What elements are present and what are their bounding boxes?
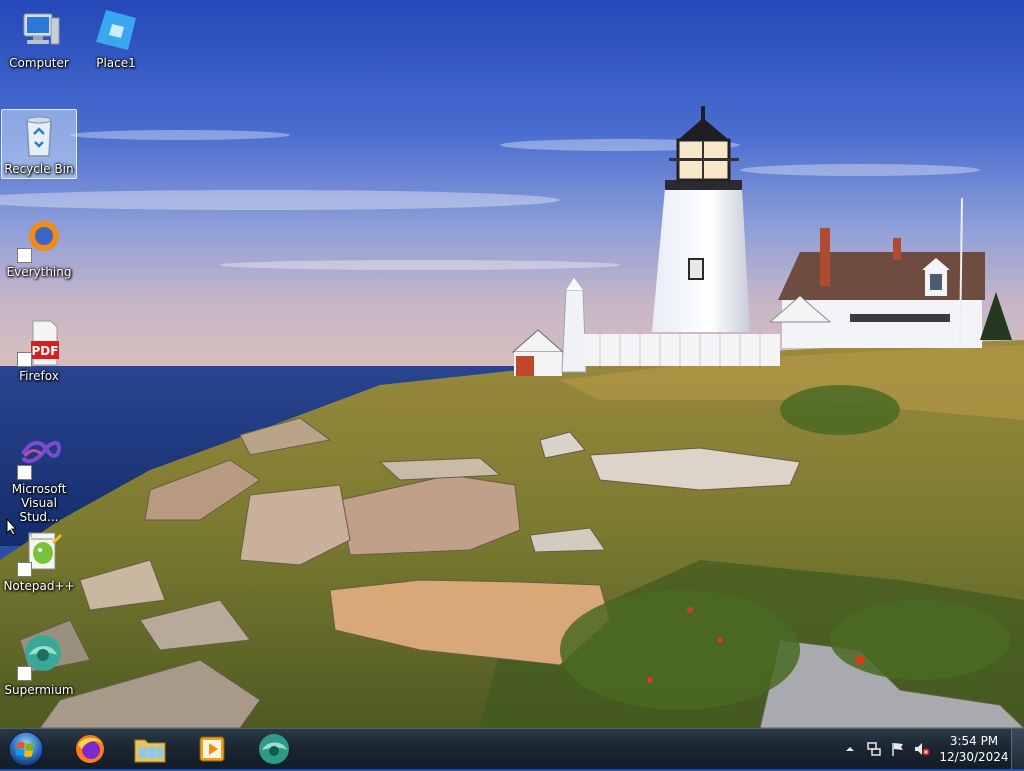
taskbar-supermium-button[interactable]	[246, 731, 302, 767]
desktop-icon-notepad-plus-plus[interactable]: Notepad++	[1, 527, 77, 597]
network-icon[interactable]	[866, 741, 882, 757]
desktop-icon-label: Notepad++	[3, 579, 75, 593]
desktop-icon-label: Computer	[9, 56, 69, 70]
windows-start-icon	[8, 731, 44, 767]
taskbar-media-player-button[interactable]	[184, 731, 240, 767]
supermium-icon	[259, 734, 289, 764]
firefox-icon	[76, 735, 104, 763]
shortcut-arrow-icon	[17, 465, 32, 480]
taskbar: 3:54 PM 12/30/2024	[0, 728, 1024, 769]
computer-icon	[15, 6, 63, 54]
volume-muted-icon[interactable]	[914, 741, 930, 757]
system-tray: 3:54 PM 12/30/2024	[834, 729, 1024, 769]
desktop-icon-everything[interactable]: Everything	[1, 213, 77, 283]
show-desktop-button[interactable]	[1011, 729, 1024, 769]
svg-text:PDF: PDF	[32, 344, 59, 358]
show-hidden-icons-icon[interactable]	[842, 741, 858, 757]
desktop-icon-recycle-bin[interactable]: Recycle Bin	[1, 109, 77, 179]
taskbar-clock[interactable]: 3:54 PM 12/30/2024	[938, 733, 1010, 765]
media-player-icon	[199, 736, 225, 762]
desktop-icon-visual-studio[interactable]: Microsoft Visual Stud...	[1, 430, 77, 524]
desktop-icon-label: Everything	[6, 265, 72, 279]
file-explorer-icon	[134, 739, 166, 763]
desktop-icon-label: Supermium	[4, 683, 74, 697]
pdf-icon: PDF	[15, 319, 63, 367]
clock-time: 3:54 PM	[949, 734, 999, 748]
everything-icon	[15, 215, 63, 263]
desktop-icon-label: Place1	[96, 56, 136, 70]
taskbar-file-explorer-button[interactable]	[122, 731, 178, 767]
start-button[interactable]	[6, 731, 46, 767]
shortcut-arrow-icon	[17, 562, 32, 577]
recycle-bin-icon	[15, 112, 63, 160]
action-center-flag-icon[interactable]	[890, 741, 906, 757]
shortcut-arrow-icon	[17, 666, 32, 681]
desktop-icon-label: Firefox	[19, 369, 59, 383]
place1-icon	[92, 6, 140, 54]
shortcut-arrow-icon	[17, 352, 32, 367]
visual-studio-icon	[15, 432, 63, 480]
desktop-wallpaper	[0, 0, 1024, 729]
desktop-icon-label: Recycle Bin	[4, 162, 74, 176]
clock-date: 12/30/2024	[939, 750, 1009, 764]
shortcut-arrow-icon	[17, 248, 32, 263]
desktop-icon-computer[interactable]: Computer	[1, 4, 77, 74]
notepad-plus-plus-icon	[15, 529, 63, 577]
desktop-icon-place1[interactable]: Place1	[78, 4, 154, 74]
desktop-icon-firefox[interactable]: PDF Firefox	[1, 317, 77, 387]
supermium-icon	[15, 633, 63, 681]
desktop-icon-supermium[interactable]: Supermium	[1, 631, 77, 701]
taskbar-firefox-button[interactable]	[62, 731, 118, 767]
mouse-cursor-icon	[6, 518, 18, 536]
